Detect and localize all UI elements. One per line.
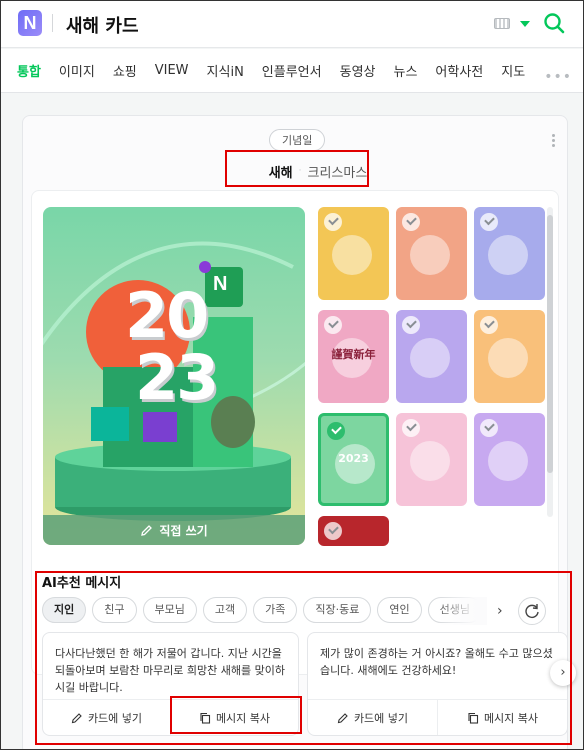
thumb-red-partial[interactable] xyxy=(318,516,389,546)
dropdown-caret-icon[interactable] xyxy=(520,21,530,27)
thumb-art xyxy=(488,441,528,481)
copy-label: 메시지 복사 xyxy=(483,711,539,725)
card-preview[interactable]: 20 23 N 직접 쓰기 xyxy=(43,207,305,545)
thumb-art xyxy=(410,338,450,378)
tab-map[interactable]: 지도 xyxy=(501,61,525,80)
insert-to-card-button[interactable]: 카드에 넣기 xyxy=(43,700,170,735)
check-icon xyxy=(324,316,342,334)
message-actions-1: 카드에 넣기 메시지 복사 xyxy=(43,699,298,735)
check-icon xyxy=(480,213,498,231)
chip-friend[interactable]: 친구 xyxy=(92,597,137,623)
thumb-text: 謹賀新年 xyxy=(331,348,376,361)
search-icon[interactable] xyxy=(543,12,565,34)
thumb-purple-gift[interactable] xyxy=(396,413,467,506)
chip-family[interactable]: 가족 xyxy=(253,597,298,623)
pencil-icon xyxy=(71,712,82,723)
next-message-arrow-icon[interactable]: › xyxy=(550,660,576,686)
card-logo-mark: N xyxy=(213,273,228,295)
pencil-icon xyxy=(337,712,348,723)
copy-label: 메시지 복사 xyxy=(215,711,271,725)
check-icon xyxy=(402,213,420,231)
tab-view[interactable]: VIEW xyxy=(155,63,189,78)
chips-next-arrow-icon[interactable]: › xyxy=(497,603,503,619)
copy-icon xyxy=(200,712,210,724)
thumb-art xyxy=(488,338,528,378)
thumb-pink-bag[interactable] xyxy=(474,413,545,506)
thumb-art xyxy=(488,235,528,275)
more-options-icon[interactable] xyxy=(552,134,555,148)
card-subtabs: 새해 · 크리스마스 xyxy=(245,154,391,188)
tab-video[interactable]: 동영상 xyxy=(340,61,376,80)
write-directly-label: 직접 쓰기 xyxy=(159,523,208,538)
message-text-2: 제가 많이 존경하는 거 아시죠? 올해도 수고 많으셨습니다. 새해에도 건강… xyxy=(320,647,553,677)
insert-to-card-button[interactable]: 카드에 넣기 xyxy=(308,700,437,735)
subtab-new-year[interactable]: 새해 xyxy=(269,162,293,181)
category-chip[interactable]: 기념일 xyxy=(269,129,326,151)
naver-logo[interactable]: N xyxy=(18,10,42,36)
chip-customer[interactable]: 고객 xyxy=(202,597,248,623)
tab-influencer[interactable]: 인플루언서 xyxy=(262,61,322,80)
tabs-more-button[interactable]: ••• xyxy=(544,69,572,85)
chip-acquaintance[interactable]: 지인 xyxy=(42,597,87,623)
ai-message-title: AI추천 메시지 xyxy=(42,576,122,591)
keyboard-icon[interactable] xyxy=(494,18,510,29)
thumb-art xyxy=(410,441,450,481)
tab-all[interactable]: 통합 xyxy=(17,61,41,80)
year-top-text: 20 xyxy=(125,279,209,352)
thumb-art xyxy=(332,235,372,275)
thumb-lucky-bag[interactable] xyxy=(396,207,467,300)
copy-message-button[interactable]: 메시지 복사 xyxy=(437,700,567,735)
search-header: N 새해 카드 xyxy=(0,0,584,48)
tab-images[interactable]: 이미지 xyxy=(59,61,95,80)
tab-kin[interactable]: 지식iN xyxy=(207,61,244,80)
chip-coworker[interactable]: 직장·동료 xyxy=(303,597,372,623)
check-icon xyxy=(402,316,420,334)
check-icon xyxy=(324,522,342,540)
thumb-mountain-crane[interactable] xyxy=(474,207,545,300)
search-query-input[interactable]: 새해 카드 xyxy=(66,12,139,38)
check-icon xyxy=(480,316,498,334)
insert-label: 카드에 넣기 xyxy=(87,711,143,725)
tab-dictionary[interactable]: 어학사전 xyxy=(435,61,483,80)
message-card-1: 다사다난했던 한 해가 저물어 갑니다. 지난 시간을 되돌아보며 보람찬 마무… xyxy=(42,632,299,736)
tab-shopping[interactable]: 쇼핑 xyxy=(113,61,137,80)
thumb-text: 2023 xyxy=(338,452,369,465)
check-icon xyxy=(480,419,498,437)
refresh-button[interactable] xyxy=(518,597,546,625)
check-icon xyxy=(402,419,420,437)
subtab-separator: · xyxy=(298,166,302,176)
copy-message-button[interactable]: 메시지 복사 xyxy=(170,700,298,735)
thumb-art xyxy=(410,235,450,275)
pencil-icon xyxy=(141,524,153,536)
thumb-2023-green[interactable]: 2023 xyxy=(318,413,389,506)
header-divider xyxy=(52,14,53,32)
insert-label: 카드에 넣기 xyxy=(353,711,409,725)
message-actions-2: 카드에 넣기 메시지 복사 xyxy=(308,699,567,735)
thumb-sun-clouds[interactable] xyxy=(396,310,467,403)
copy-icon xyxy=(468,712,478,724)
check-icon xyxy=(327,422,345,440)
subtab-christmas[interactable]: 크리스마스 xyxy=(307,162,367,181)
chip-parents[interactable]: 부모님 xyxy=(142,597,197,623)
check-icon xyxy=(324,213,342,231)
search-tabs: 통합 이미지 쇼핑 VIEW 지식iN 인플루언서 동영상 뉴스 어학사전 지도… xyxy=(0,49,584,93)
message-text-1: 다사다난했던 한 해가 저물어 갑니다. 지난 시간을 되돌아보며 보람찬 마무… xyxy=(55,647,286,694)
message-card-2: 제가 많이 존경하는 거 아시죠? 올해도 수고 많으셨습니다. 새해에도 건강… xyxy=(307,632,568,736)
tab-news[interactable]: 뉴스 xyxy=(394,61,418,80)
thumbnail-scrollbar[interactable] xyxy=(547,215,553,473)
thumb-new-year-book[interactable]: 謹賀新年 xyxy=(318,310,389,403)
thumb-house-rabbit[interactable] xyxy=(474,310,545,403)
refresh-icon xyxy=(525,604,539,618)
chip-lover[interactable]: 연인 xyxy=(377,597,422,623)
year-bottom-text: 23 xyxy=(135,341,219,414)
write-directly-button[interactable]: 직접 쓰기 xyxy=(43,515,305,545)
chips-fade xyxy=(437,597,487,625)
thumb-moon-coin[interactable] xyxy=(318,207,389,300)
